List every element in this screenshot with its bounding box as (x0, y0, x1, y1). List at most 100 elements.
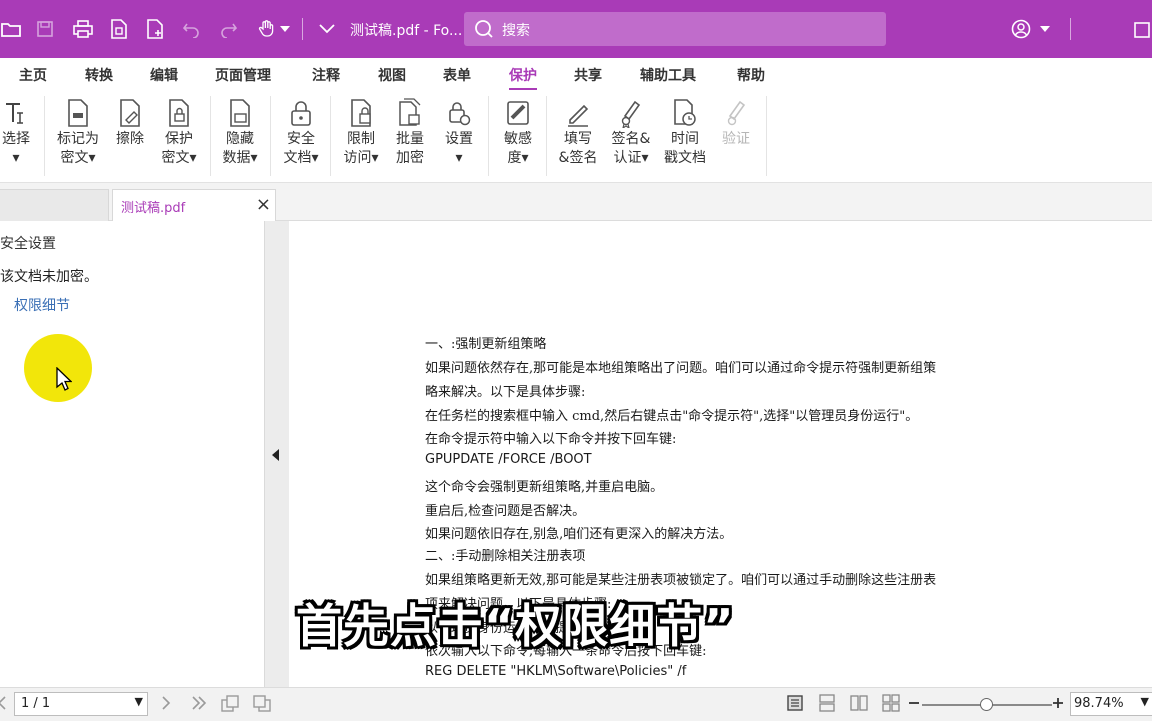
eraser-document-icon (102, 96, 158, 130)
single-page-view-icon[interactable] (786, 694, 804, 716)
doc-line: 重启后,检查问题是否解决。 (425, 504, 586, 519)
doc-line: 在任务栏的搜索框中输入 cmd,然后右键点击"命令提示符",选择"以管理员身份运… (425, 409, 919, 424)
hide-data-button[interactable]: 隐藏 数据▾ (212, 96, 268, 178)
tab-home[interactable]: 主页 (19, 65, 47, 85)
page-number-field[interactable]: 1 / 1 ▼ (14, 692, 148, 716)
tab-comment[interactable]: 注释 (312, 65, 340, 85)
scan-document-icon[interactable] (108, 18, 130, 40)
menu-bar: 主页 转换 编辑 页面管理 注释 视图 表单 保护 共享 辅助工具 帮助 (0, 58, 1152, 91)
page-paste-icon[interactable] (252, 695, 272, 717)
last-page-icon[interactable] (190, 695, 208, 715)
lock-document-icon (151, 96, 207, 130)
mark-for-redaction-button[interactable]: 标记为 密文▾ (50, 96, 106, 178)
lock-settings-icon (431, 96, 487, 130)
doc-heading: 二、:手动删除相关注册表项 (425, 549, 586, 564)
status-bar: 1 / 1 ▼ 98.74% ▼ (0, 687, 1152, 721)
hand-tool-icon[interactable] (256, 18, 278, 40)
timestamp-icon (657, 96, 713, 130)
sign-and-certify-button[interactable]: 签名& 认证▾ (603, 96, 659, 178)
previous-page-icon[interactable] (0, 695, 8, 715)
title-bar: 测试稿.pdf - Fo... 搜索 (0, 0, 1152, 58)
undo-icon[interactable] (180, 18, 202, 40)
doc-command: REG DELETE "HKLM\Software\Policies" /f (425, 664, 687, 679)
hand-dropdown-icon[interactable] (278, 18, 292, 40)
tab-accessibility[interactable]: 辅助工具 (640, 65, 696, 85)
ribbon-toolbar: 选择 ▾ 标记为 密文▾ 擦除 保护 密文▾ 隐藏 数据▾ 安全 文档▾ 限制 … (0, 90, 1152, 183)
zoom-level-field[interactable]: 98.74% ▼ (1070, 692, 1152, 716)
facing-view-icon[interactable] (850, 694, 868, 716)
ribbon-separator (210, 96, 211, 176)
account-icon[interactable] (1010, 18, 1032, 40)
verify-button[interactable]: 验证 (708, 96, 764, 178)
ribbon-separator (330, 96, 331, 176)
tab-page-management[interactable]: 页面管理 (215, 65, 271, 85)
continuous-view-icon[interactable] (818, 694, 836, 716)
start-tab[interactable] (0, 189, 109, 221)
panel-splitter[interactable] (264, 221, 290, 687)
redact-document-icon (50, 96, 106, 130)
document-tab-strip: 测试稿.pdf × (0, 183, 1152, 222)
batch-encrypt-icon (382, 96, 438, 130)
tab-form[interactable]: 表单 (443, 65, 471, 85)
secure-document-button[interactable]: 安全 文档▾ (273, 96, 329, 178)
new-document-icon[interactable] (144, 18, 166, 40)
document-tab-name: 测试稿.pdf (121, 201, 186, 216)
window-restore-icon[interactable] (1130, 18, 1152, 40)
title-separator-2 (1070, 18, 1071, 40)
protect-redaction-button[interactable]: 保护 密文▾ (151, 96, 207, 178)
next-page-icon[interactable] (160, 695, 172, 715)
ribbon-separator (546, 96, 547, 176)
doc-command: GPUPDATE /FORCE /BOOT (425, 452, 592, 467)
window-title: 测试稿.pdf - Fo... (350, 23, 463, 39)
collapse-panel-icon[interactable] (270, 447, 282, 466)
search-input[interactable]: 搜索 (464, 12, 886, 46)
quick-access-dropdown-icon[interactable] (316, 18, 338, 40)
folder-icon[interactable] (0, 18, 22, 40)
ribbon-separator (488, 96, 489, 176)
search-icon (474, 19, 494, 43)
continuous-facing-view-icon[interactable] (882, 694, 900, 716)
redo-icon[interactable] (218, 18, 240, 40)
tab-convert[interactable]: 转换 (85, 65, 113, 85)
video-subtitle: 首先点击“权限细节” (296, 599, 735, 653)
verify-pen-icon (708, 96, 764, 130)
zoom-dropdown-icon[interactable]: ▼ (1141, 695, 1149, 708)
mouse-cursor-icon (56, 366, 73, 395)
page-number-value: 1 / 1 (21, 696, 51, 711)
zoom-in-icon[interactable] (1052, 694, 1064, 716)
sensitivity-button[interactable]: 敏感 度▾ (490, 96, 546, 178)
tab-protect[interactable]: 保护 (509, 65, 537, 91)
tab-edit[interactable]: 编辑 (150, 65, 178, 85)
doc-heading: 一、:强制更新组策略 (425, 337, 547, 352)
title-separator (302, 18, 303, 40)
tab-view[interactable]: 视图 (378, 65, 406, 85)
page-copy-icon[interactable] (220, 695, 240, 717)
tab-help[interactable]: 帮助 (737, 65, 765, 85)
security-settings-panel: 安全设置 该文档未加密。 权限细节 (0, 221, 263, 687)
doc-line: 略来解决。以下是具体步骤: (425, 385, 586, 400)
batch-encrypt-button[interactable]: 批量 加密 (382, 96, 438, 178)
print-icon[interactable] (72, 18, 94, 40)
account-dropdown-icon[interactable] (1038, 18, 1052, 40)
select-button[interactable]: 选择 ▾ (0, 96, 44, 178)
doc-line: 这个命令会强制更新组策略,并重启电脑。 (425, 480, 664, 495)
doc-line: 如果问题依然存在,那可能是本地组策略出了问题。咱们可以通过命令提示符强制更新组策 (425, 361, 937, 376)
ribbon-separator (766, 96, 767, 176)
security-settings-button[interactable]: 设置 ▾ (431, 96, 487, 178)
close-tab-icon[interactable]: × (256, 194, 271, 215)
ribbon-separator (270, 96, 271, 176)
erase-button[interactable]: 擦除 (102, 96, 158, 178)
zoom-level-value: 98.74% (1074, 696, 1124, 711)
zoom-slider-handle[interactable] (980, 698, 993, 711)
page-dropdown-icon[interactable]: ▼ (135, 695, 143, 708)
save-icon[interactable] (34, 18, 56, 40)
document-tab[interactable]: 测试稿.pdf × (112, 189, 276, 222)
zoom-out-icon[interactable] (908, 694, 920, 716)
tab-share[interactable]: 共享 (574, 65, 602, 85)
timestamp-document-button[interactable]: 时间 戳文档 (657, 96, 713, 178)
permission-details-link[interactable]: 权限细节 (14, 295, 70, 315)
sensitivity-label-icon (490, 96, 546, 130)
fill-and-sign-button[interactable]: 填写 &签名 (550, 96, 606, 178)
encryption-status-text: 该文档未加密。 (0, 269, 98, 285)
restrict-access-button[interactable]: 限制 访问▾ (333, 96, 389, 178)
